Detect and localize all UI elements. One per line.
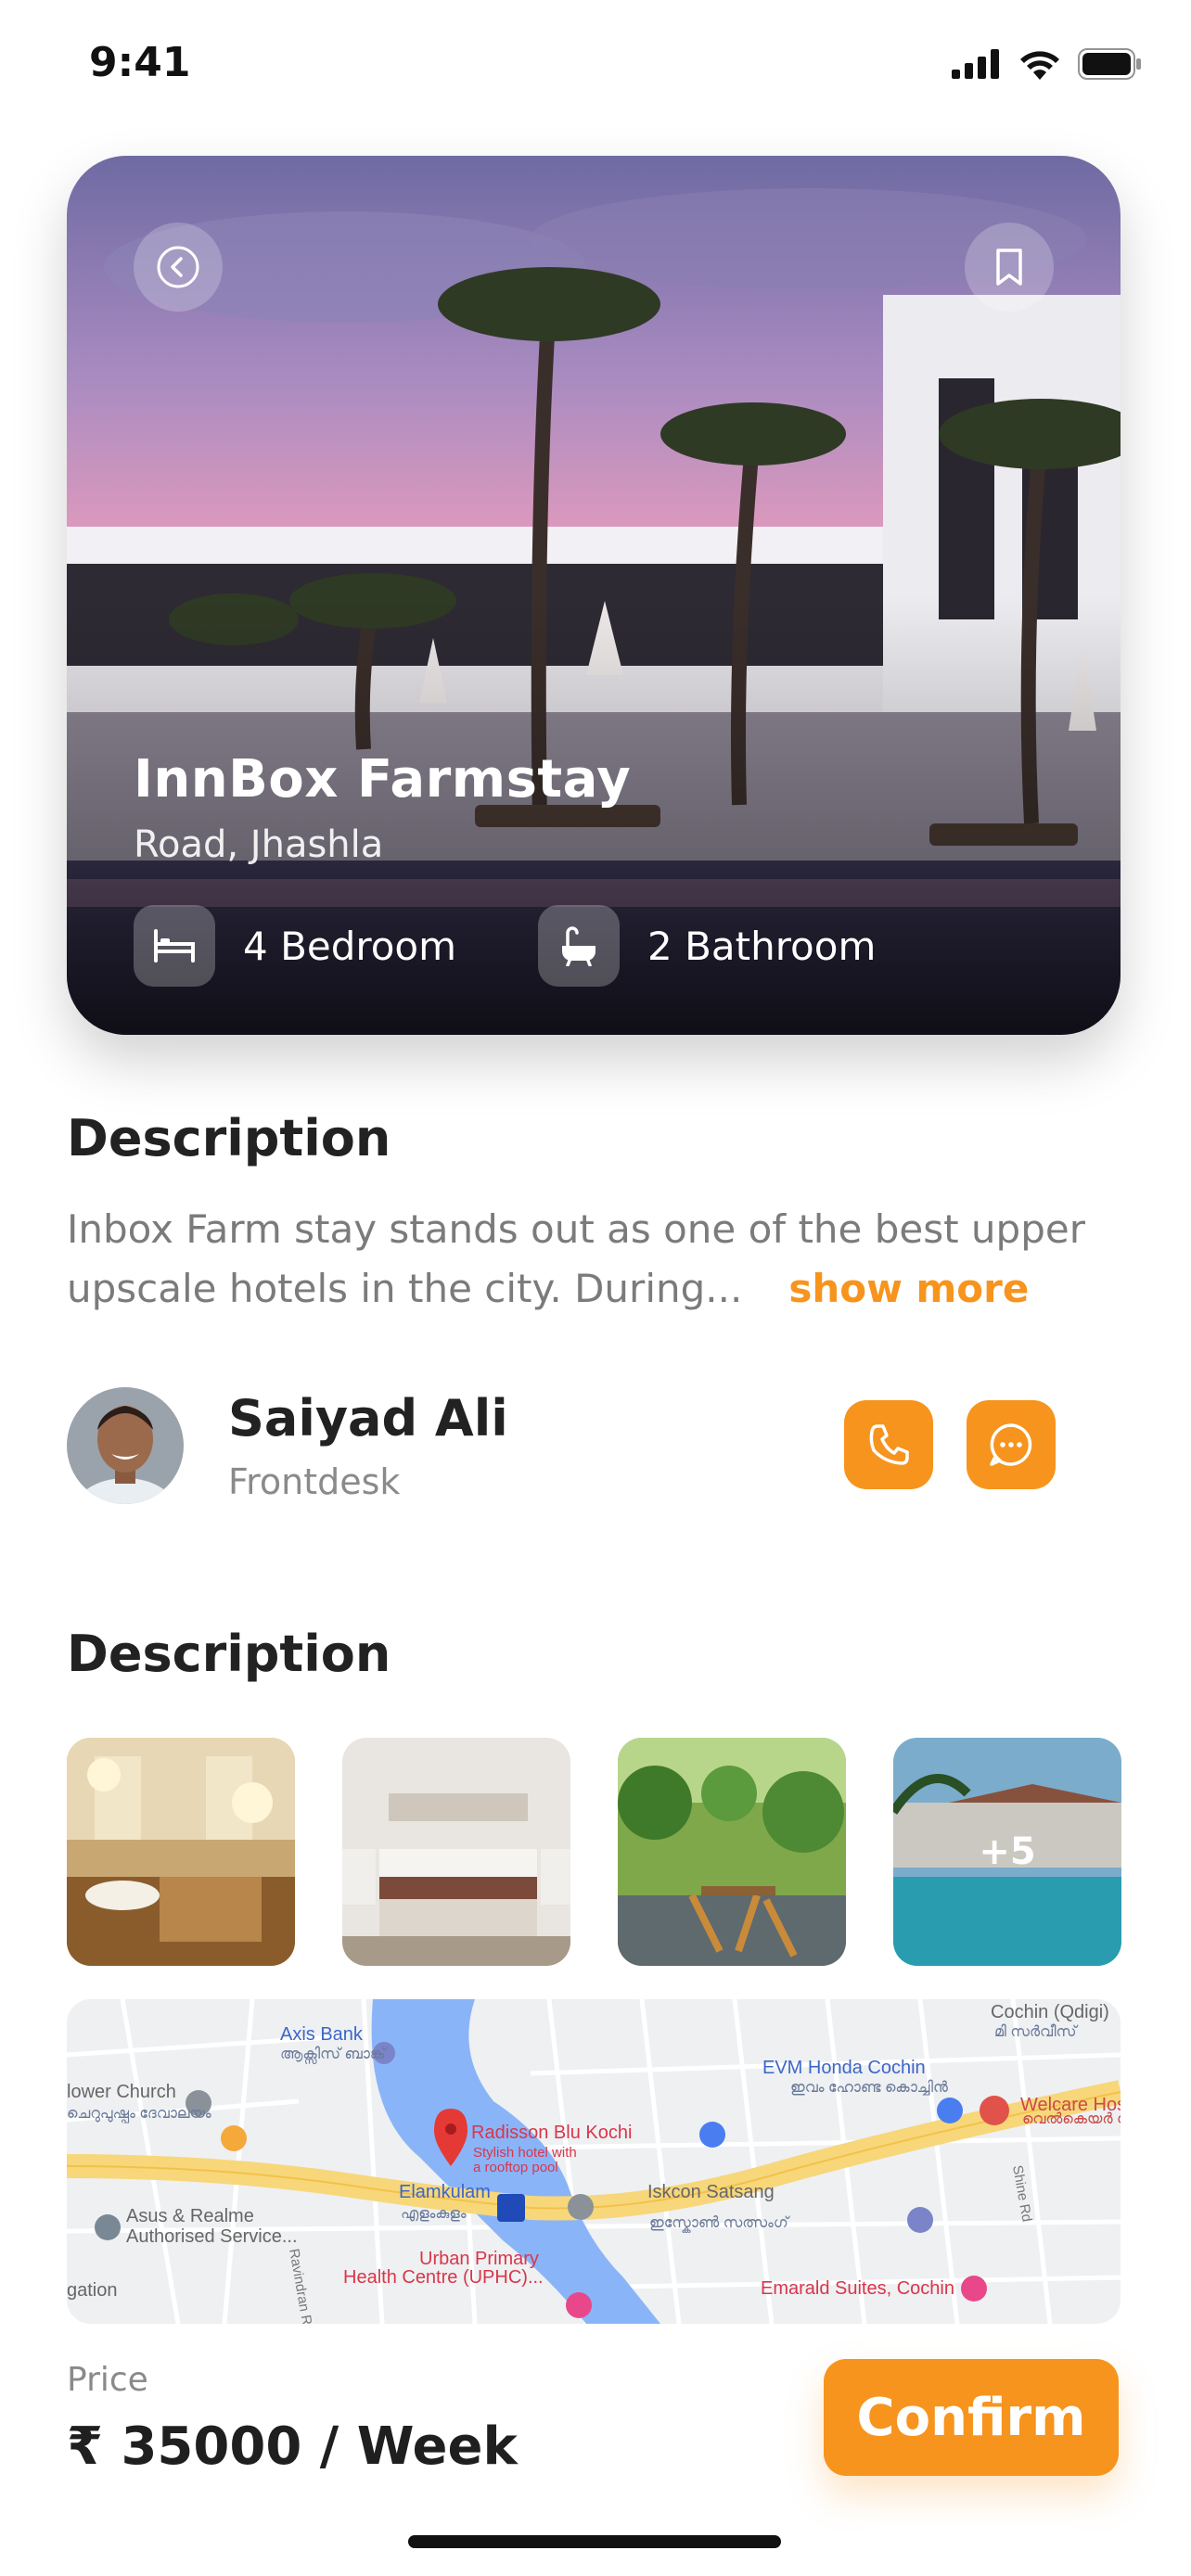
gallery-photo-pool-more[interactable]: +5 bbox=[893, 1738, 1121, 1966]
feature-bedroom: 4 Bedroom bbox=[134, 905, 456, 987]
gallery-photo-bedroom[interactable] bbox=[342, 1738, 570, 1966]
bedroom-label: 4 Bedroom bbox=[243, 923, 457, 969]
hero-card[interactable]: InnBox Farmstay Road, Jhashla 4 Bedroom … bbox=[67, 156, 1121, 1035]
message-button[interactable] bbox=[967, 1400, 1056, 1489]
map-label-radisson: Radisson Blu Kochi bbox=[471, 2123, 632, 2143]
description-heading: Description bbox=[67, 1109, 391, 1167]
host-name: Saiyad Ali bbox=[228, 1389, 508, 1447]
bookmark-icon bbox=[996, 249, 1022, 286]
feature-bathroom: 2 Bathroom bbox=[538, 905, 876, 987]
map-label-axis: Axis Bank bbox=[280, 2024, 364, 2045]
map-label-elamkulam: Elamkulam bbox=[399, 2182, 491, 2202]
map-label-cochin: Cochin (Qdigi) bbox=[991, 2002, 1109, 2022]
map-label-asus: Asus & Realme bbox=[126, 2206, 254, 2226]
status-icons bbox=[952, 48, 1143, 80]
host-role: Frontdesk bbox=[228, 1461, 401, 1502]
battery-icon bbox=[1078, 48, 1141, 80]
description-line-1: Inbox Farm stay stands out as one of the… bbox=[67, 1206, 1085, 1252]
location-map[interactable]: Axis Bank EVM Honda Cochin ആക്സിസ് ബാങ്ക… bbox=[67, 1999, 1121, 2324]
home-indicator[interactable] bbox=[408, 2535, 781, 2548]
bathroom-label: 2 Bathroom bbox=[647, 923, 877, 969]
map-label-elamkulam-ml: എളംകുളം bbox=[401, 2206, 467, 2222]
map-label-urban: Urban Primary bbox=[419, 2249, 539, 2269]
avatar bbox=[67, 1387, 184, 1504]
gallery-photo-dining[interactable] bbox=[67, 1738, 295, 1966]
map-label-radisson-sub2: a rooftop pool bbox=[473, 2160, 558, 2175]
chevron-left-icon bbox=[157, 246, 199, 288]
back-button[interactable] bbox=[134, 223, 223, 312]
wifi-icon bbox=[1020, 51, 1059, 80]
property-title: InnBox Farmstay bbox=[134, 749, 632, 810]
map-label-asus-sub: Authorised Service... bbox=[126, 2226, 298, 2247]
map-label-emerald: Emarald Suites, Cochin bbox=[761, 2278, 954, 2299]
chat-icon bbox=[990, 1423, 1032, 1466]
price-value: ₹ 35000 / Week bbox=[67, 2417, 518, 2477]
bookmark-button[interactable] bbox=[965, 223, 1054, 312]
gallery-photo-garden[interactable] bbox=[618, 1738, 846, 1966]
map-label-church: lower Church bbox=[67, 2082, 176, 2102]
gallery-heading: Description bbox=[67, 1625, 391, 1683]
map-label-iskcon: Iskcon Satsang bbox=[647, 2182, 775, 2202]
map-label-iskcon-ml: ഇസ്കോൺ സത്സംഗ് bbox=[649, 2215, 790, 2234]
more-photos-count: +5 bbox=[979, 1830, 1036, 1873]
hero-photo bbox=[67, 156, 1121, 1035]
signal-icon bbox=[952, 49, 999, 79]
confirm-button[interactable]: Confirm bbox=[824, 2359, 1119, 2476]
map-label-evm: EVM Honda Cochin bbox=[762, 2058, 926, 2078]
bed-icon bbox=[134, 905, 215, 987]
show-more-link[interactable]: show more bbox=[788, 1266, 1029, 1311]
description-line-2: upscale hotels in the city. During... bbox=[67, 1266, 743, 1311]
map-label-evm-ml: ഇവം ഹോണ്ട കൊച്ചിൻ bbox=[790, 2080, 948, 2096]
bathtub-icon bbox=[538, 905, 620, 987]
map-label-welcare: Welcare Hos bbox=[1020, 2095, 1121, 2115]
price-label: Price bbox=[67, 2361, 148, 2399]
property-location: Road, Jhashla bbox=[134, 823, 384, 866]
map-label-gation: gation bbox=[67, 2280, 118, 2301]
description-text: Inbox Farm stay stands out as one of the… bbox=[67, 1200, 1133, 1319]
map-label-radisson-sub1: Stylish hotel with bbox=[473, 2145, 577, 2161]
call-button[interactable] bbox=[844, 1400, 933, 1489]
status-time: 9:41 bbox=[89, 39, 191, 86]
map-label-urban-sub: Health Centre (UPHC)... bbox=[343, 2267, 544, 2288]
phone-icon bbox=[869, 1424, 909, 1465]
map-label-church-ml: ചെറുപുഷ്പം ദേവാലയം bbox=[67, 2106, 211, 2123]
map-label-cochin-ml: മി സർവീസ് bbox=[994, 2024, 1079, 2040]
